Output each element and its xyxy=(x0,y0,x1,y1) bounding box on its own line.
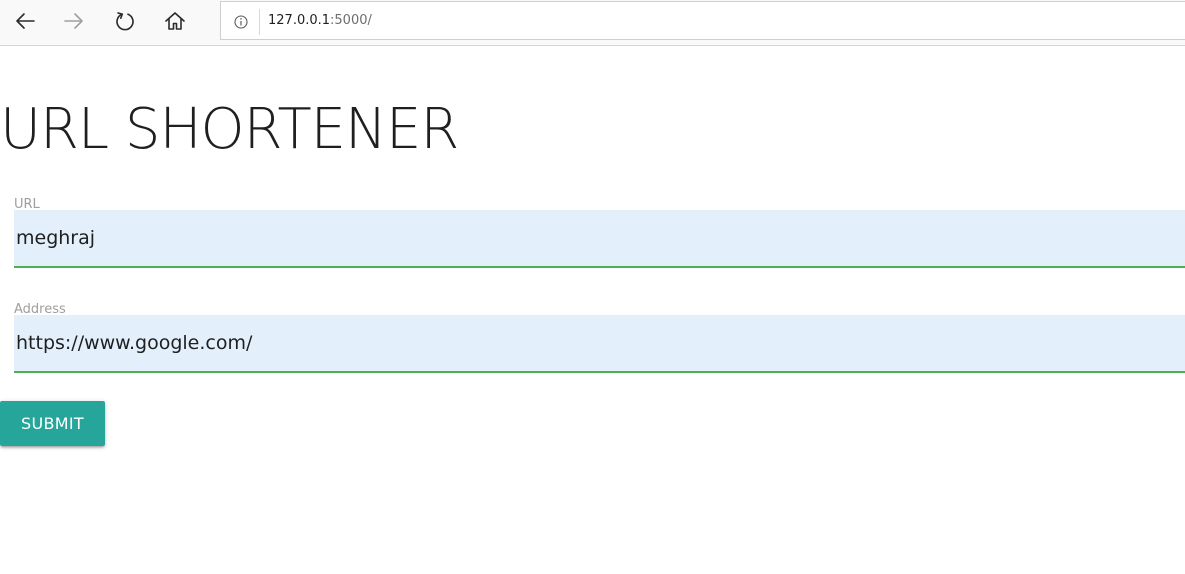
submit-button[interactable]: SUBMIT xyxy=(0,401,105,446)
home-button[interactable] xyxy=(159,7,191,35)
url-host: 127.0.0.1 xyxy=(268,13,331,28)
page-title: URL SHORTENER xyxy=(0,97,459,162)
forward-button[interactable] xyxy=(58,7,90,35)
address-input[interactable] xyxy=(14,315,1185,373)
reload-icon xyxy=(114,10,136,32)
back-button[interactable] xyxy=(9,7,41,35)
home-icon xyxy=(164,11,186,31)
url-input[interactable] xyxy=(14,210,1185,268)
back-arrow-icon xyxy=(14,12,36,30)
info-icon[interactable] xyxy=(234,14,248,29)
address-url[interactable]: 127.0.0.1:5000/ xyxy=(268,13,372,29)
browser-toolbar: 127.0.0.1:5000/ xyxy=(0,0,1185,46)
address-separator xyxy=(259,9,260,35)
reload-button[interactable] xyxy=(109,7,141,35)
address-bar[interactable]: 127.0.0.1:5000/ xyxy=(220,1,1185,40)
forward-arrow-icon xyxy=(63,12,85,30)
url-port-path: :5000/ xyxy=(330,13,372,28)
